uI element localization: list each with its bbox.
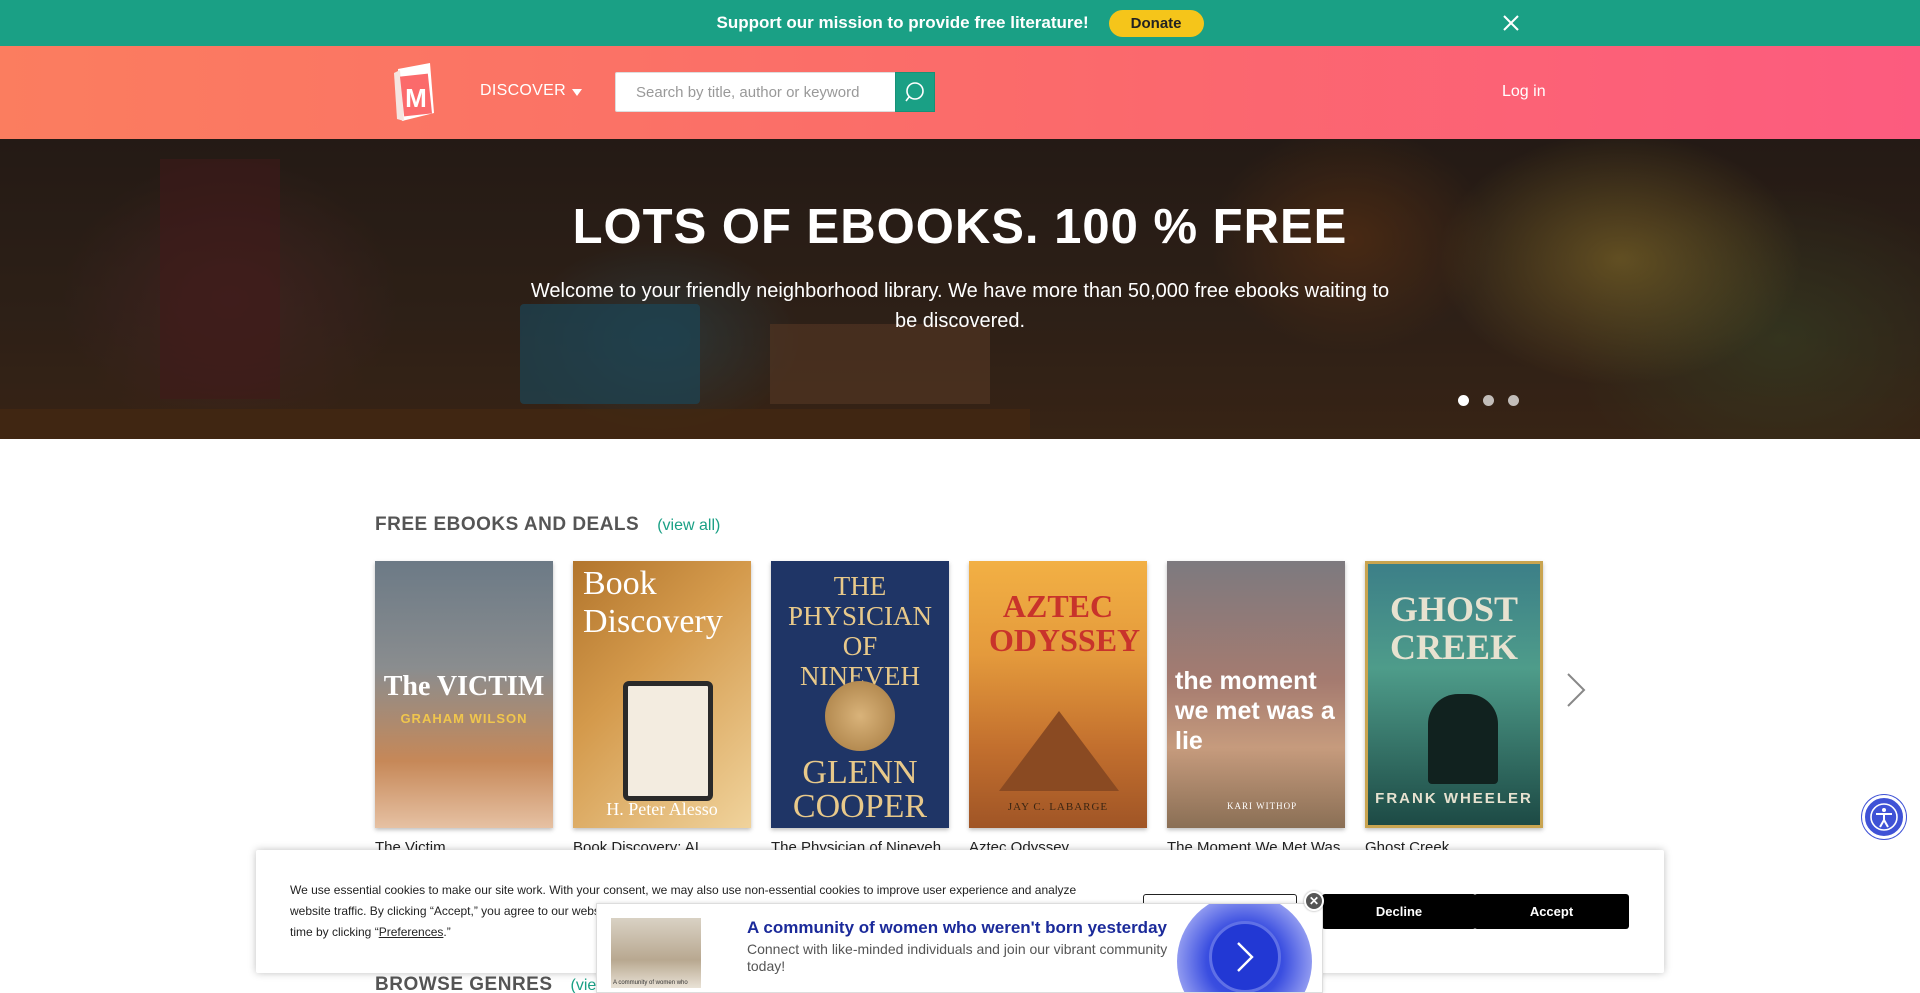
preferences-link[interactable]: Preferences [379,925,444,939]
book-card[interactable]: GHOST CREEK FRANK WHEELER Ghost Creek [1365,561,1543,856]
search-button[interactable] [895,72,935,112]
carousel-dot-1[interactable] [1458,395,1469,406]
cover-author: FRANK WHEELER [1375,790,1533,807]
carousel-dot-3[interactable] [1508,395,1519,406]
discover-menu[interactable]: DISCOVER [480,82,582,100]
support-banner: Support our mission to provide free lite… [0,0,1920,46]
search-icon [905,82,924,102]
cover-title: THE PHYSICIAN OF NINEVEH [787,571,933,691]
pyramid-illustration [999,711,1119,791]
hero-carousel: LOTS OF EBOOKS. 100 % FREE Welcome to yo… [0,139,1920,439]
discover-label: DISCOVER [480,82,566,99]
ad-go-button[interactable] [1209,921,1281,992]
cover-author: KARI WITHOP [1227,801,1298,811]
medallion-illustration [825,681,895,751]
ad-banner[interactable]: A community of women who A community of … [596,903,1323,993]
cover-title: The VICTIM [383,671,545,702]
book-cover[interactable]: The VICTIM GRAHAM WILSON [375,561,553,828]
book-card[interactable]: The VICTIM GRAHAM WILSON The Victim [375,561,553,856]
accessibility-button[interactable] [1862,795,1906,839]
chevron-right-icon[interactable] [1562,670,1590,710]
deals-section-header: FREE EBOOKS AND DEALS (view all) [375,514,720,536]
logo-icon[interactable]: M [388,61,438,123]
section-title: BROWSE GENRES [375,974,553,993]
cover-author: GLENN COOPER [792,754,928,825]
accessibility-icon [1870,803,1898,831]
book-card[interactable]: Book Discovery H. Peter Alesso Book Disc… [573,561,751,856]
ad-description: Connect with like-minded individuals and… [747,941,1168,974]
book-card[interactable]: AZTEC ODYSSEY JAY C. LABARGE Aztec Odyss… [969,561,1147,856]
cover-author: GRAHAM WILSON [400,711,528,726]
book-cover[interactable]: GHOST CREEK FRANK WHEELER [1365,561,1543,828]
book-cover[interactable]: the moment we met was a lie KARI WITHOP [1167,561,1345,828]
book-cover[interactable]: AZTEC ODYSSEY JAY C. LABARGE [969,561,1147,828]
hero-subtitle: Welcome to your friendly neighborhood li… [530,280,1390,332]
book-carousel: The VICTIM GRAHAM WILSON The Victim Book… [375,561,1543,856]
book-cover[interactable]: THE PHYSICIAN OF NINEVEH GLENN COOPER [771,561,949,828]
section-title: FREE EBOOKS AND DEALS [375,514,640,535]
logo-letter: M [405,83,427,113]
ad-title[interactable]: A community of women who weren't born ye… [747,918,1167,938]
login-link[interactable]: Log in [1502,83,1546,101]
cookie-message-end: .” [443,925,451,939]
search-bar [615,72,935,112]
accept-button[interactable]: Accept [1474,894,1629,929]
book-cover[interactable]: Book Discovery H. Peter Alesso [573,561,751,828]
site-header: M DISCOVER Log in [0,46,1920,139]
decline-button[interactable]: Decline [1322,894,1476,929]
search-input[interactable] [615,72,895,112]
book-card[interactable]: the moment we met was a lie KARI WITHOP … [1167,561,1345,856]
carousel-dots [1458,395,1519,406]
view-all-link[interactable]: (view all) [657,517,720,535]
ad-image-caption: A community of women who [613,980,688,986]
close-icon[interactable] [1500,12,1522,34]
cover-author: JAY C. LABARGE [1007,801,1109,813]
carousel-dot-2[interactable] [1483,395,1494,406]
cover-title: the moment we met was a lie [1175,667,1335,755]
cover-title: GHOST CREEK [1389,589,1519,667]
ad-image[interactable]: A community of women who [611,918,701,988]
rider-illustration [1428,694,1498,784]
cover-title: Book Discovery [583,565,723,640]
book-card[interactable]: THE PHYSICIAN OF NINEVEH GLENN COOPER Th… [771,561,949,856]
support-message: Support our mission to provide free lite… [716,13,1089,32]
browse-genres-header: BROWSE GENRES (view all) [375,974,634,993]
cover-author: H. Peter Alesso [606,799,718,819]
chevron-down-icon [571,88,582,96]
chevron-right-icon [1237,942,1254,972]
donate-button[interactable]: Donate [1108,9,1204,37]
ad-close-button[interactable]: ✕ [1304,891,1324,911]
tablet-illustration [623,681,713,801]
hero-title: LOTS OF EBOOKS. 100 % FREE [572,200,1348,254]
cover-title: AZTEC ODYSSEY [989,588,1141,658]
